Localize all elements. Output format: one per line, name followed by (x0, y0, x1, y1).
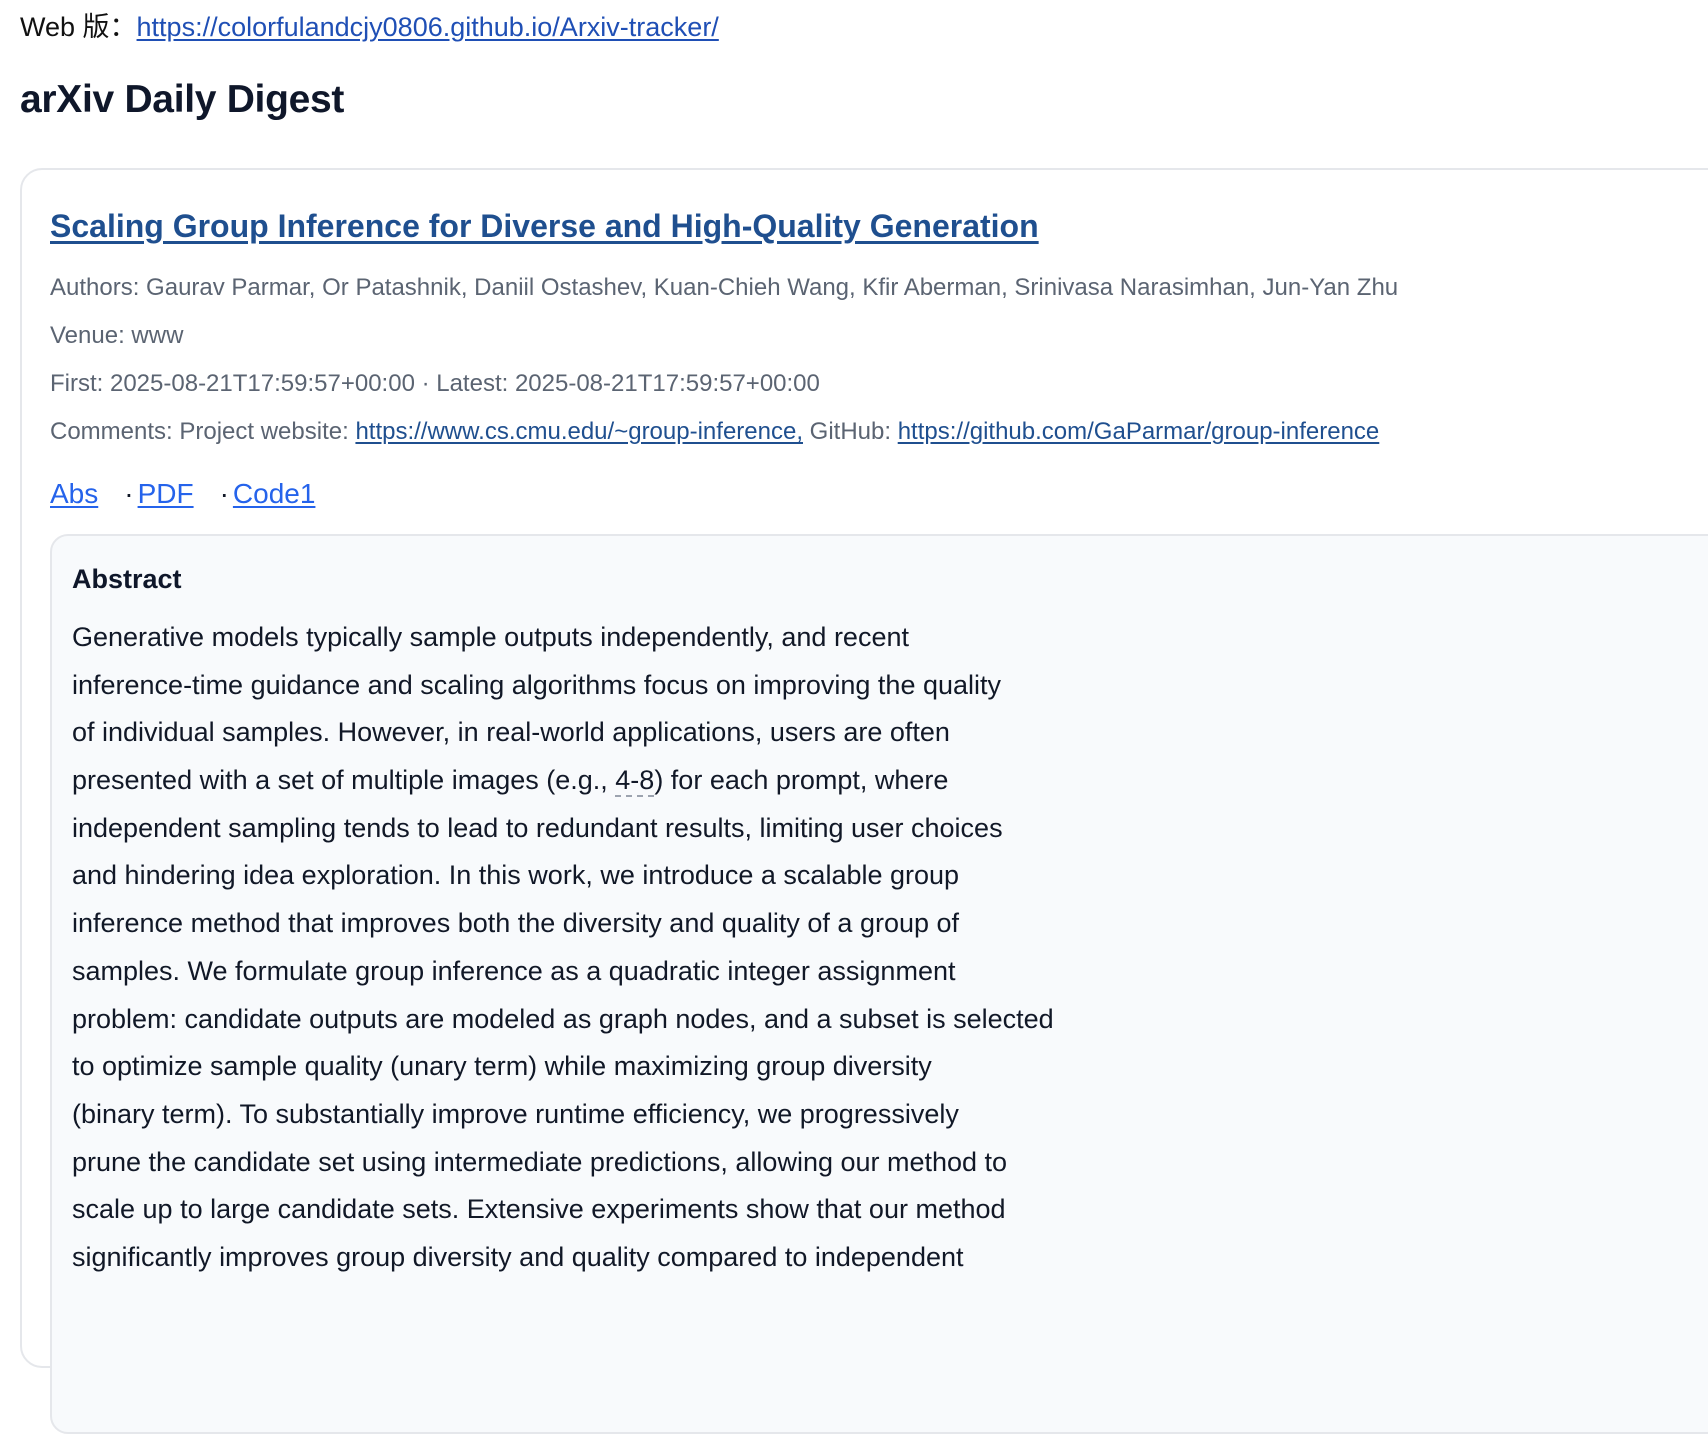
paper-comments: Comments: Project website: https://www.c… (50, 416, 1379, 448)
abstract-line: scale up to large candidate sets. Extens… (72, 1194, 1006, 1225)
abstract-line: Generative models typically sample outpu… (72, 622, 909, 652)
link-separator: · (124, 478, 134, 509)
link-separator: · (219, 478, 229, 509)
paper-links: Abs · PDF · Code1 (50, 476, 315, 512)
code-link[interactable]: Code1 (233, 478, 316, 509)
github-prefix: GitHub: (803, 418, 898, 445)
abstract-heading: Abstract (72, 564, 182, 594)
web-version-label: Web 版： (20, 12, 137, 42)
abstract-line: (binary term). To substantially improve … (72, 1098, 959, 1129)
abstract-panel: Abstract Generative models typically sam… (50, 534, 1708, 1434)
abstract-line: problem: candidate outputs are modeled a… (72, 1003, 1054, 1034)
abstract-line-segment: ) for each prompt, where (654, 765, 949, 796)
paper-venue: Venue: www (50, 322, 184, 349)
web-version-line: Web 版：https://colorfulandcjy0806.github.… (20, 10, 719, 44)
abbreviation-mark[interactable]: 4-8 (615, 765, 655, 798)
page-title: arXiv Daily Digest (20, 78, 345, 121)
github-link[interactable]: https://github.com/GaParmar/group-infere… (898, 418, 1380, 445)
abstract-line: of individual samples. However, in real-… (72, 717, 950, 748)
paper-title-link[interactable]: Scaling Group Inference for Diverse and … (50, 206, 1039, 246)
paper-card: Scaling Group Inference for Diverse and … (20, 168, 1708, 1434)
pdf-link[interactable]: PDF (138, 478, 194, 509)
abs-link[interactable]: Abs (50, 478, 98, 509)
web-version-link[interactable]: https://colorfulandcjy0806.github.io/Arx… (137, 12, 719, 42)
paper-dates: First: 2025-08-21T17:59:57+00:00 · Lates… (50, 370, 820, 397)
paper-authors: Authors: Gaurav Parmar, Or Patashnik, Da… (50, 274, 1399, 301)
abstract-line: prune the candidate set using intermedia… (72, 1146, 1008, 1177)
abstract-line: and hindering idea exploration. In this … (72, 860, 960, 891)
abstract-text: Generative models typically sample outpu… (72, 614, 1054, 1282)
comments-prefix: Comments: Project website: (50, 418, 356, 445)
abstract-line: independent sampling tends to lead to re… (72, 812, 1003, 843)
abstract-line: samples. We formulate group inference as… (72, 955, 956, 986)
abstract-line: presented with a set of multiple images … (72, 757, 1054, 805)
abstract-line: inference-time guidance and scaling algo… (72, 669, 1002, 700)
abstract-line: inference method that improves both the … (72, 908, 960, 939)
abstract-line: to optimize sample quality (unary term) … (72, 1051, 932, 1082)
project-website-link[interactable]: https://www.cs.cmu.edu/~group-inference, (355, 418, 803, 445)
abstract-line-segment: presented with a set of multiple images … (72, 765, 616, 796)
